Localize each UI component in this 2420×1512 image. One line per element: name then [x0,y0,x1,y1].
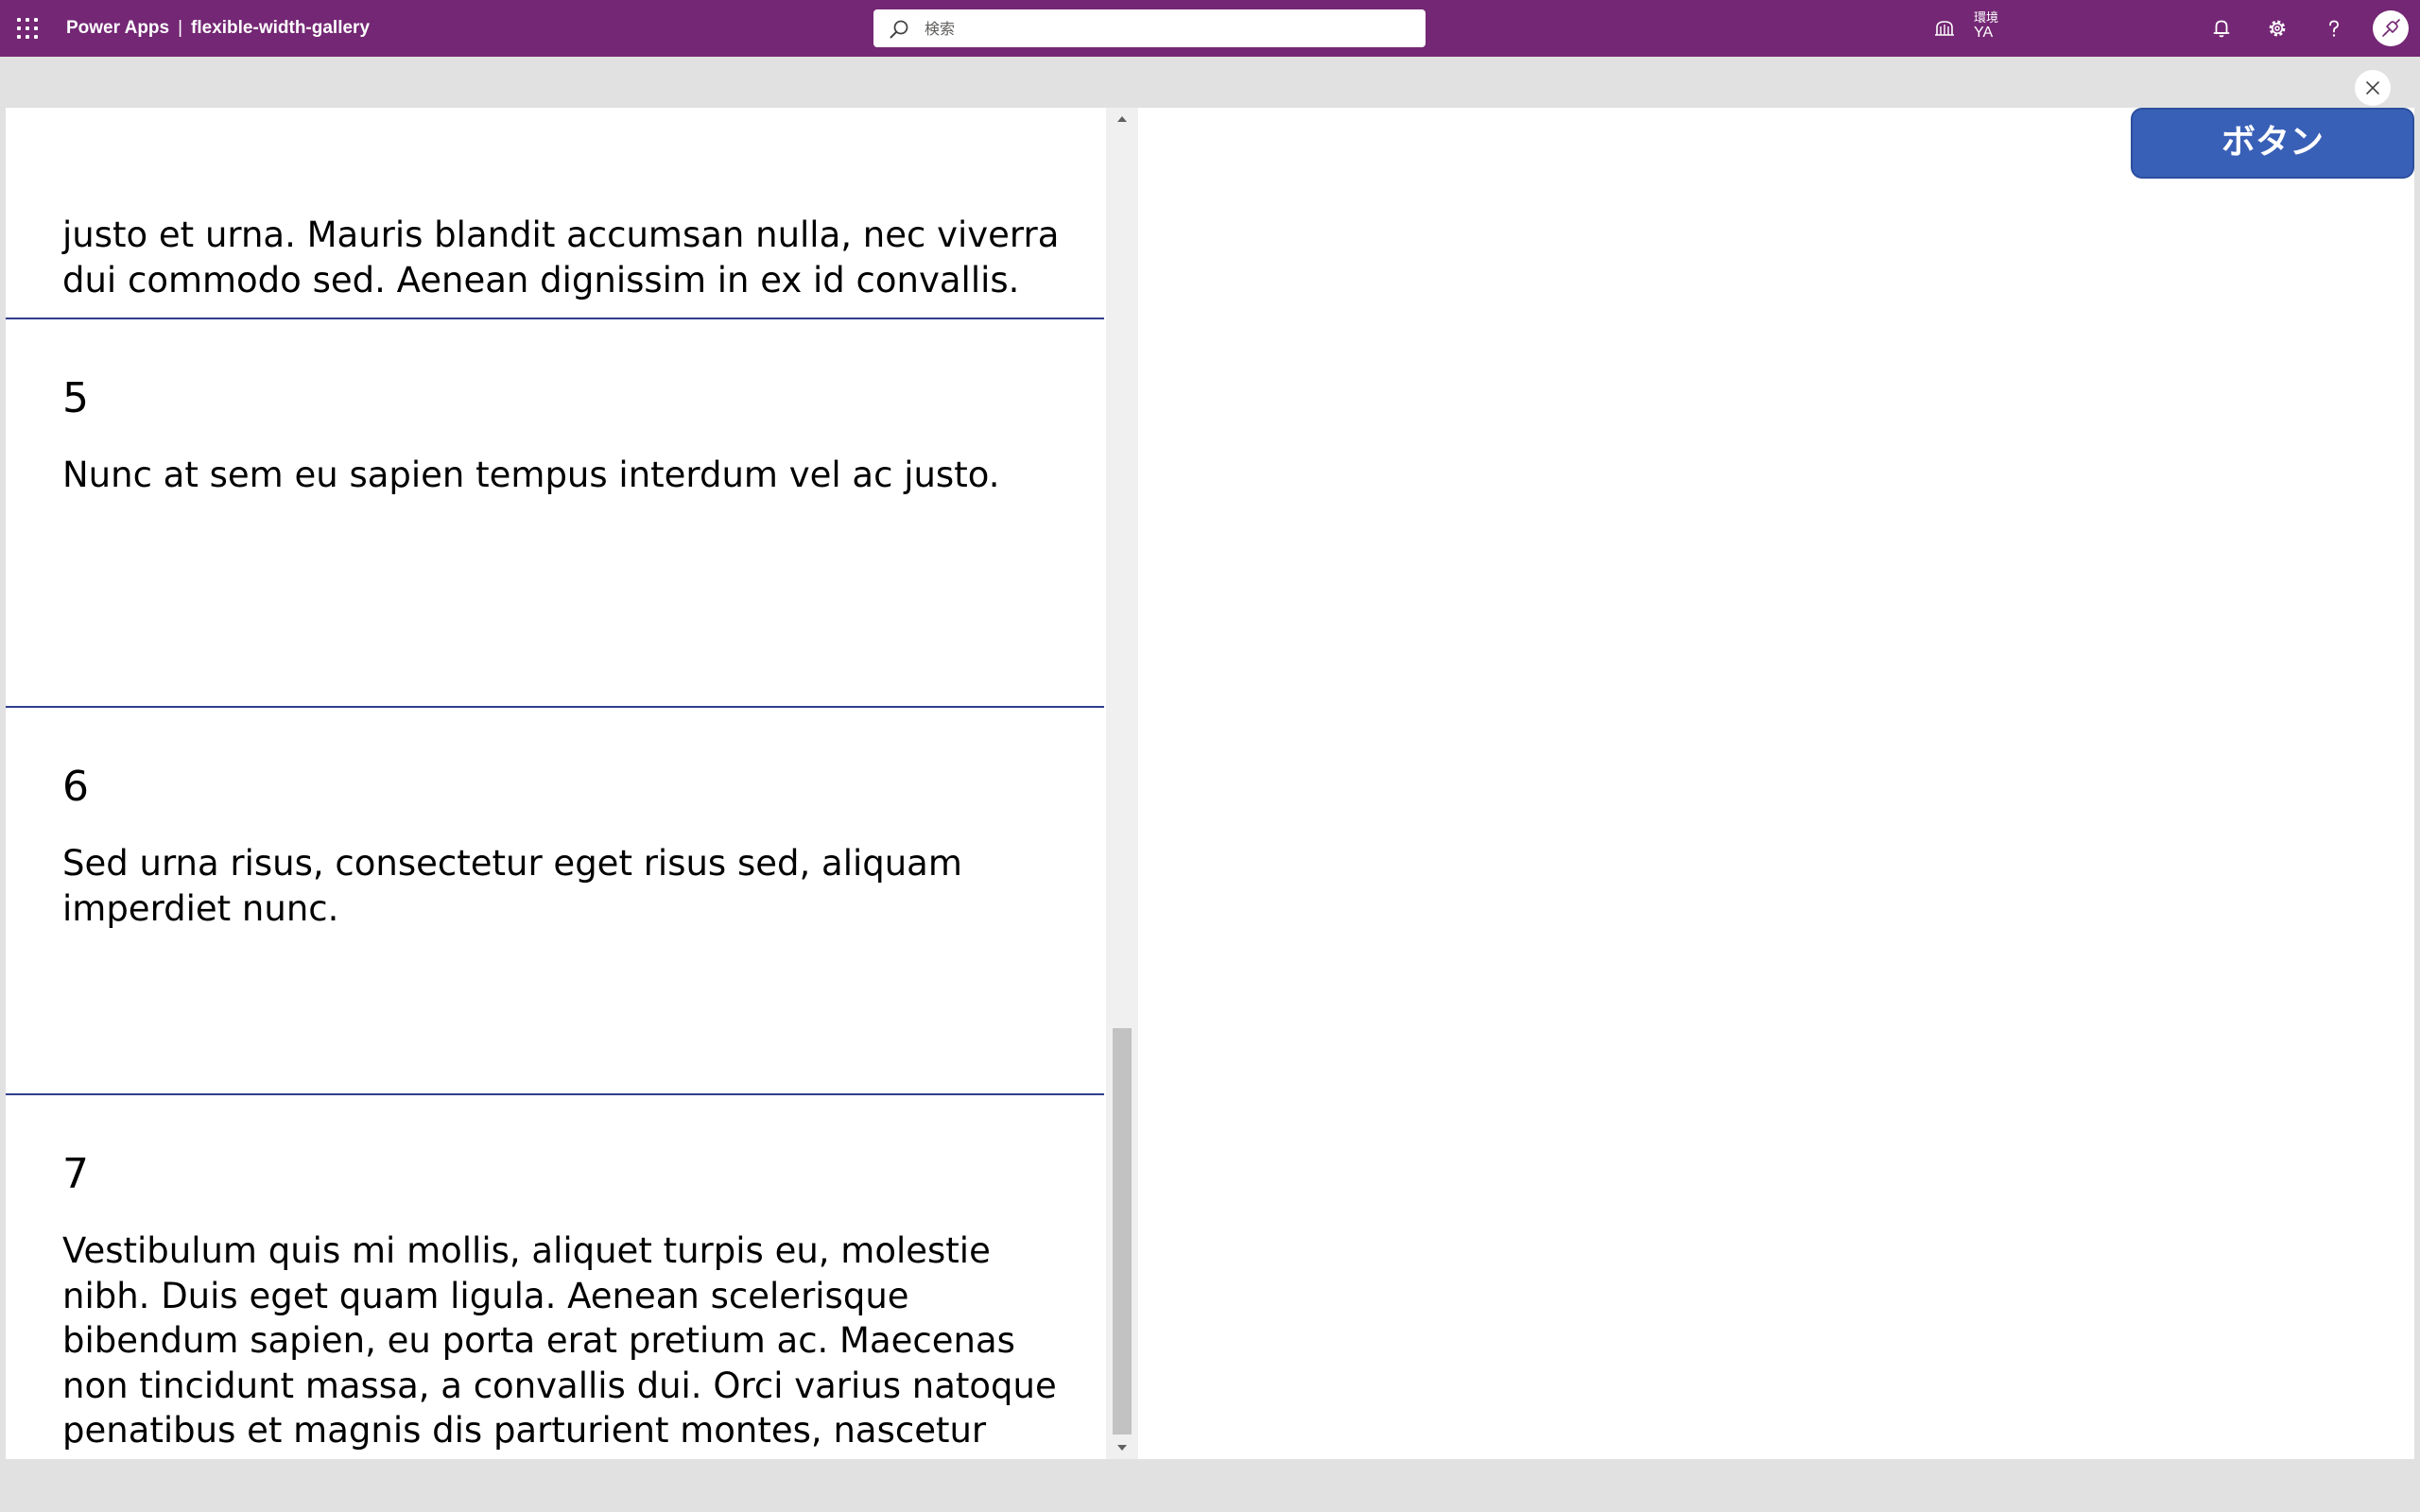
notifications-button[interactable] [2207,14,2236,43]
app-canvas: justo et urna. Mauris blandit accumsan n… [6,108,2414,1459]
app-launcher-icon[interactable] [17,18,38,39]
chevron-up-icon [1117,116,1127,122]
help-button[interactable] [2320,14,2348,43]
environment-name: YA [1974,25,1994,41]
search-icon [890,20,908,39]
item-number: 5 [62,374,89,422]
scroll-up-button[interactable] [1106,108,1138,130]
gallery-scrollbar[interactable] [1106,108,1138,1459]
settings-button[interactable] [2263,14,2291,43]
action-button[interactable]: ボタン [2131,108,2414,179]
question-icon [2329,20,2339,37]
app-title-area: Power Apps | flexible-width-gallery [66,0,370,57]
search-input[interactable] [925,9,1397,47]
search-box[interactable] [873,9,1426,47]
gallery-item-4[interactable]: justo et urna. Mauris blandit accumsan n… [6,108,1104,319]
user-avatar[interactable] [2373,10,2409,46]
item-text: Nunc at sem eu sapien tempus interdum ve… [62,455,1000,495]
gear-icon [2269,20,2286,37]
flexible-height-gallery[interactable]: justo et urna. Mauris blandit accumsan n… [6,108,1104,1459]
app-title: flexible-width-gallery [191,18,371,38]
gallery-item-7[interactable]: 7 Vestibulum quis mi mollis, aliquet tur… [6,1095,1104,1459]
gallery-item-5[interactable]: 5 Nunc at sem eu sapien tempus interdum … [6,319,1104,708]
bell-icon [2213,20,2230,38]
product-name[interactable]: Power Apps [66,18,169,38]
item-number: 6 [62,763,89,811]
close-icon [2366,81,2379,94]
item-text: justo et urna. Mauris blandit accumsan n… [62,215,1060,301]
title-separator: | [178,18,183,38]
user-avatar-icon [2382,19,2400,37]
item-number: 7 [62,1150,89,1198]
environment-label: 環境 [1974,11,1999,26]
gallery-item-6[interactable]: 6 Sed urna risus, consectetur eget risus… [6,708,1104,1095]
environment-icon [1935,21,1954,36]
scroll-thumb[interactable] [1113,1028,1132,1435]
item-text: Sed urna risus, consectetur eget risus s… [62,843,962,929]
item-text: Vestibulum quis mi mollis, aliquet turpi… [62,1230,1057,1459]
top-bar: Power Apps | flexible-width-gallery 環境 YA [0,0,2420,57]
scroll-down-button[interactable] [1106,1436,1138,1459]
chevron-down-icon [1117,1445,1127,1451]
close-button[interactable] [2355,70,2391,106]
